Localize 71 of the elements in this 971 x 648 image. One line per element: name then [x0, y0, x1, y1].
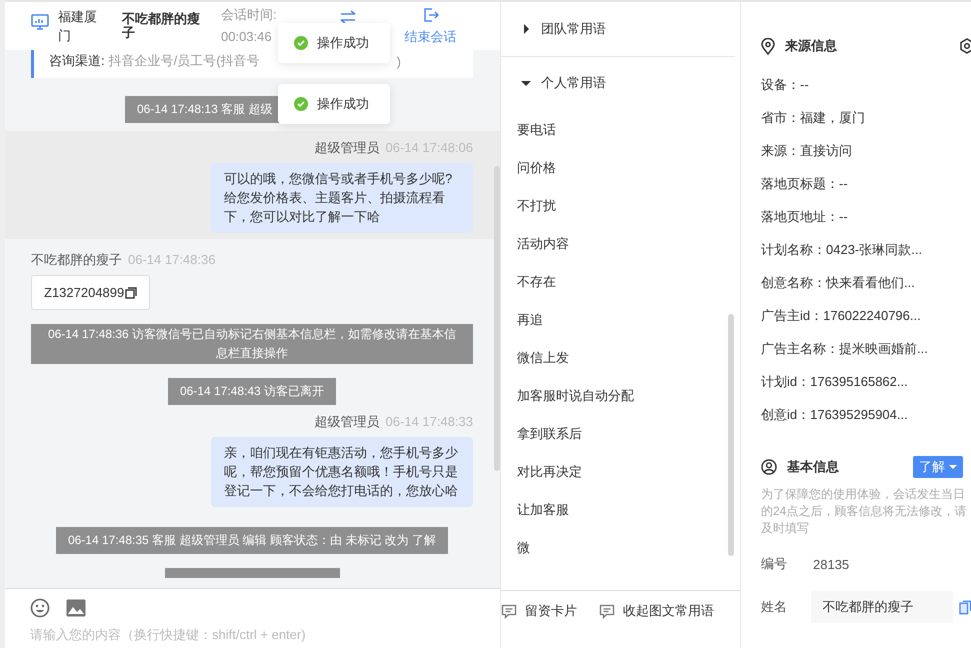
info-row-text: 计划id：176395165862... — [761, 373, 909, 391]
scrollbar[interactable] — [728, 314, 734, 556]
check-icon — [294, 36, 308, 50]
phrase-action-button[interactable]: 留资卡片 — [501, 602, 577, 620]
info-row-text: 广告主名称：提米映画婚前... — [761, 340, 929, 358]
session-time: 00:03:46 — [221, 28, 273, 46]
phrase-action-button[interactable]: 收起图文常用语 — [599, 602, 714, 620]
info-row-text: 省市：福建，厦门 — [761, 109, 866, 127]
emoji-icon[interactable] — [30, 598, 50, 618]
comment-icon — [501, 604, 517, 618]
caret-right-icon — [521, 24, 531, 34]
check-icon — [294, 97, 308, 111]
phrase-item[interactable]: 拿到联系后 — [501, 415, 740, 453]
channel-value-end: ) — [396, 54, 402, 68]
exit-icon — [422, 6, 439, 22]
field-label: 姓名 — [761, 598, 788, 616]
phrase-item[interactable]: 再追 — [501, 301, 740, 339]
message-time: 06-14 17:48:36 — [128, 251, 216, 269]
image-icon[interactable] — [66, 599, 86, 617]
message-time: 06-14 17:48:33 — [386, 413, 473, 431]
field-label: 编号 — [761, 555, 788, 573]
scrollbar[interactable] — [494, 166, 500, 471]
phrase-item[interactable]: 微信上发 — [501, 339, 740, 377]
transfer-icon[interactable] — [338, 10, 357, 24]
user-icon — [761, 459, 777, 475]
system-message: 06-14 17:48:43 访客已离开 — [168, 378, 336, 405]
name-field[interactable]: 不吃都胖的瘦子 — [810, 591, 953, 623]
phrase-item[interactable]: 要电话 — [501, 111, 740, 149]
location-text: 福建厦门 — [58, 8, 98, 45]
message-bubble: 可以的哦，您微信号或者手机号多少呢?给您发价格表、主题客片、拍摄流程看下，您可以对比了解一下哈 — [211, 163, 473, 233]
toast-text: 操作成功 — [317, 34, 369, 52]
info-row-text: 落地页地址：-- — [761, 208, 849, 226]
sender-name: 不吃都胖的瘦子 — [31, 251, 122, 269]
caret-down-icon — [521, 78, 531, 88]
phrase-item[interactable]: 活动内容 — [501, 225, 740, 263]
copy-icon[interactable] — [125, 286, 138, 298]
info-row-text: 计划名称：0423-张琳同款... — [761, 241, 924, 259]
info-row-text: 创意id：176395295904... — [761, 406, 909, 424]
session-time-label: 会话时间: — [221, 6, 277, 24]
channel-label: 咨询渠道: — [49, 52, 105, 70]
info-row-text: 落地页标题：-- — [761, 175, 849, 193]
phrase-item[interactable]: 让加客服 — [501, 491, 740, 529]
phrase-item[interactable]: 不存在 — [501, 263, 740, 301]
field-value: 28135 — [813, 556, 850, 572]
phrase-item[interactable]: 不打扰 — [501, 187, 740, 225]
info-row-text: 创意名称：快来看看他们... — [761, 274, 916, 292]
id-text: Z1327204899 — [44, 285, 124, 300]
phrase-item[interactable]: 微 — [501, 529, 740, 567]
sender-name: 超级管理员 — [314, 139, 380, 157]
channel-value: 抖音企业号/员工号(抖音号 — [108, 52, 260, 70]
notice-text: 为了保障您的使用体验，会话发生当日的24点之后，顾客信息将无法修改，请及时填写 — [761, 486, 968, 537]
info-row-text: 广告主id：176022240796... — [761, 307, 922, 325]
section-title: 来源信息 — [785, 37, 838, 55]
message-bubble: 亲，咱们现在有钜惠活动，您手机号多少呢，帮您预留个优惠名额哦！手机号只是登记一下，不会给您打电话的，您放心哈 — [211, 437, 473, 507]
comment-icon — [599, 604, 615, 618]
phrase-group-header[interactable]: 个人常用语 — [501, 57, 735, 109]
settings-icon[interactable] — [959, 38, 971, 54]
caret-down-icon — [949, 464, 957, 470]
section-title: 基本信息 — [787, 458, 840, 476]
phrase-group-header[interactable]: 团队常用语 — [501, 2, 735, 57]
sender-name: 超级管理员 — [314, 413, 380, 431]
location-pin-icon — [761, 38, 775, 54]
phrase-item[interactable]: 对比再决定 — [501, 453, 740, 491]
info-row-text: 来源：直接访问 — [761, 142, 853, 160]
monitor-icon — [31, 14, 49, 30]
system-message: 06-14 17:48:35 客服 超级管理员 编辑 顾客状态：由 未标记 改为 了解 — [56, 527, 448, 554]
phrase-item[interactable]: 问价格 — [501, 149, 740, 187]
customer-name: 不吃都胖的瘦子 — [122, 12, 201, 40]
info-row-text: 设备：-- — [761, 76, 810, 94]
phrase-item[interactable]: 加客服时说自动分配 — [501, 377, 740, 415]
system-message: 06-14 17:48:36 访客微信号已自动标记右侧基本信息栏，如需修改请在基本信息栏直接操作 — [31, 324, 473, 364]
